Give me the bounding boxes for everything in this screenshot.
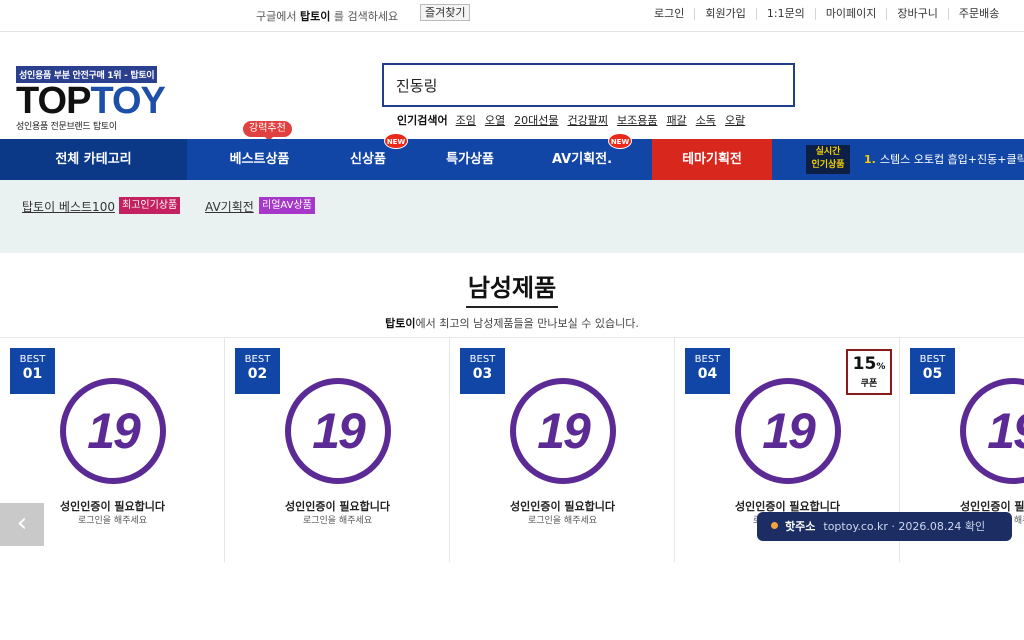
realtime-popular-label: 실시간 인기상품 [806, 145, 850, 174]
popular-keyword[interactable]: 패갈 [666, 112, 686, 128]
adult-only-19-icon: 19 [960, 378, 1024, 484]
login-prompt: 로그인을 해주세요 [527, 516, 598, 526]
adult-only-19-icon: 19 [285, 378, 391, 484]
new-badge: NEW [384, 133, 408, 149]
signup-link[interactable]: 회원가입 [694, 8, 755, 20]
av-event-tag: 리얼AV상품 [259, 197, 315, 214]
product-card[interactable]: BEST 02 19 성인인증이 필요합니다 로그인을 해주세요 [225, 338, 450, 562]
popular-keyword[interactable]: 오열 [485, 112, 505, 128]
bookmark-button[interactable]: 즐겨찾기 [420, 4, 471, 21]
recommend-badge: 강력추천 [243, 121, 292, 141]
best-rank-badge: BEST 05 [910, 348, 955, 394]
status-dot-icon [771, 522, 778, 529]
google-search-hint: 구글에서 탑토이 를 검색하세요 [256, 10, 399, 23]
logo-wordmark: TOPTOY [16, 80, 166, 122]
cart-link[interactable]: 장바구니 [886, 8, 947, 20]
main-nav: 전체 카테고리 베스트상품 신상품 NEW 특가상품 AV기획전. NEW 테마… [0, 133, 1024, 180]
adult-only-19-icon: 19 [60, 378, 166, 484]
utility-links: 로그인 회원가입 1:1문의 마이페이지 장바구니 주문배송 [640, 8, 1009, 20]
site-logo[interactable]: 성인용품 부분 안전구매 1위 - 탑토이 TOPTOY 성인용품 전문브랜드 … [16, 63, 216, 132]
top-utility-bar: 구글에서 탑토이 를 검색하세요 즐겨찾기 로그인 회원가입 1:1문의 마이페… [0, 0, 1024, 32]
search-input[interactable] [384, 65, 793, 105]
all-categories-button[interactable]: 전체 카테고리 [0, 139, 187, 180]
popular-keyword[interactable]: 건강팔찌 [567, 112, 607, 128]
av-event-link[interactable]: AV기획전 [205, 198, 254, 215]
login-link[interactable]: 로그인 [640, 8, 694, 20]
search-box [382, 63, 795, 107]
best-rank-badge: BEST 03 [460, 348, 505, 394]
mypage-link[interactable]: 마이페이지 [814, 8, 887, 20]
order-tracking-link[interactable]: 주문배송 [947, 8, 1009, 20]
adult-only-19-icon: 19 [510, 378, 616, 484]
best-rank-badge: BEST 01 [10, 348, 55, 394]
popular-keyword[interactable]: 20대선물 [514, 112, 558, 128]
popular-keyword[interactable]: 보조용품 [617, 112, 657, 128]
login-prompt: 로그인을 해주세요 [302, 516, 373, 526]
popular-keyword[interactable]: 오랄 [725, 112, 745, 128]
section-description: 탑토이에서 최고의 남성제품들을 만나보실 수 있습니다. [385, 317, 639, 330]
product-card[interactable]: BEST 03 19 성인인증이 필요합니다 로그인을 해주세요 [450, 338, 675, 562]
section-title: 남성제품 [0, 268, 1024, 308]
best-rank-badge: BEST 02 [235, 348, 280, 394]
popular-keywords: 인기검색어 조임 오열 20대선물 건강팔찌 보조용품 패갈 소독 오랄 [397, 112, 754, 128]
coupon-badge: 15% 쿠폰 [846, 349, 892, 395]
best100-link[interactable]: 탑토이 베스트100 [22, 198, 115, 215]
nav-special-products[interactable]: 특가상품 [430, 139, 510, 180]
popular-keyword[interactable]: 소독 [696, 112, 716, 128]
new-badge: NEW [608, 133, 632, 149]
hot-address-toast[interactable]: 핫주소 toptoy.co.kr · 2026.08.24 확인 [757, 512, 1012, 541]
adult-verify-message: 성인인증이 필요합니다 [284, 500, 391, 513]
best100-tag: 최고인기상품 [119, 197, 181, 214]
best-rank-badge: BEST 04 [685, 348, 730, 394]
adult-verify-message: 성인인증이 필요합니다 [509, 500, 616, 513]
realtime-popular-item[interactable]: 1. 스템스 오토컵 흡입+진동+클릭 [864, 139, 1024, 180]
sub-category-bar: 탑토이 베스트100 최고인기상품 AV기획전 리얼AV상품 [0, 180, 1024, 253]
adult-only-19-icon: 19 [735, 378, 841, 484]
inquiry-link[interactable]: 1:1문의 [755, 8, 815, 20]
logo-subtitle: 성인용품 전문브랜드 탑토이 [16, 122, 117, 132]
popular-keywords-title: 인기검색어 [397, 114, 448, 127]
nav-best-products[interactable]: 베스트상품 [212, 139, 307, 180]
popular-keyword[interactable]: 조임 [456, 112, 476, 128]
carousel-prev-arrow-icon[interactable]: ‹ [0, 503, 44, 546]
nav-theme-event[interactable]: 테마기획전 [652, 139, 772, 180]
